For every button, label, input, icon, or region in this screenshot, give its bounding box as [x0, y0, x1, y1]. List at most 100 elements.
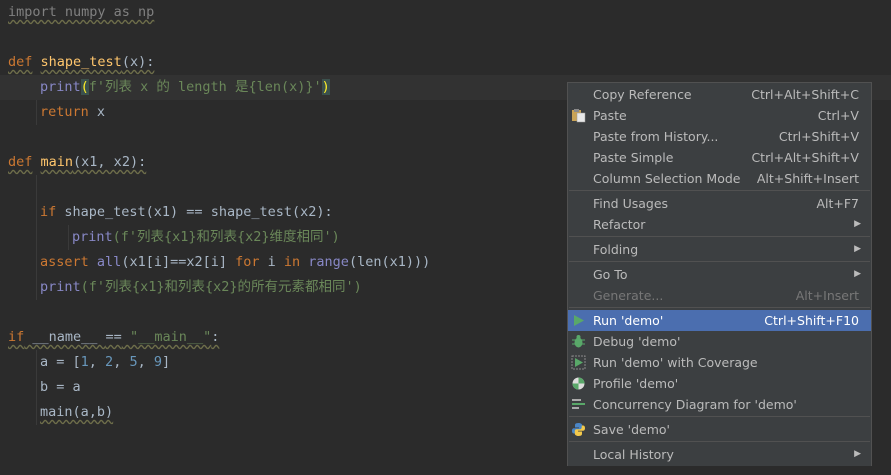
menu-label: Folding [593, 242, 639, 257]
keyword-if: if [8, 329, 25, 345]
menu-item-local-history[interactable]: Local History ▶ [568, 444, 871, 465]
paren-open: ( [80, 79, 89, 95]
menu-item-generate[interactable]: Generate... Alt+Insert [568, 285, 871, 306]
menu-label: Generate... [593, 288, 664, 303]
number: 5 [129, 354, 138, 370]
keyword-in: in [283, 254, 301, 270]
code-line-1[interactable]: import numpy as np [0, 0, 891, 25]
menu-label: Profile 'demo' [593, 376, 679, 391]
code-fragment: a = [ [40, 354, 81, 370]
assignment-a: a = [1, 2, 5, 9] [40, 354, 171, 370]
keyword-def: def [8, 54, 33, 70]
equals-operator: == [105, 329, 122, 345]
assert-statement: assert all(x1[i]==x2[i] for i in range(l… [40, 250, 430, 275]
builtin-range: range [300, 254, 349, 270]
menu-separator [569, 190, 870, 191]
code-line-3[interactable]: def shape_test(x): [0, 50, 891, 75]
return-value: x [88, 104, 106, 120]
code-fragment: (x1[i]==x2[i] [121, 254, 236, 270]
function-params: (x): [121, 54, 155, 70]
keyword-for: for [235, 254, 260, 270]
menu-label: Find Usages [593, 196, 669, 211]
print-statement: print(f'列表 x 的 length 是{len(x)}') [40, 75, 330, 100]
number: 9 [153, 354, 162, 370]
menu-item-folding[interactable]: Folding ▶ [568, 239, 871, 260]
menu-shortcut: Alt+Shift+Insert [756, 171, 859, 186]
menu-label: Paste from History... [593, 129, 719, 144]
submenu-arrow-icon: ▶ [854, 269, 861, 279]
menu-separator [569, 416, 870, 417]
menu-item-paste[interactable]: Paste Ctrl+V [568, 105, 871, 126]
concurrency-icon [571, 397, 586, 412]
menu-label: Debug 'demo' [593, 334, 681, 349]
menu-label: Go To [593, 267, 628, 282]
menu-label: Run 'demo' with Coverage [593, 355, 758, 370]
menu-shortcut: Ctrl+V [817, 108, 859, 123]
menu-item-run-with-coverage[interactable]: Run 'demo' with Coverage [568, 352, 871, 373]
import-statement: import numpy as np [8, 4, 155, 20]
menu-label: Local History [593, 447, 674, 462]
if-condition: shape_test(x1) == shape_test(x2): [56, 204, 333, 220]
builtin-all: all [96, 254, 122, 270]
menu-shortcut: Ctrl+Alt+Shift+V [751, 150, 859, 165]
paren-close: ) [321, 79, 330, 95]
def-main: def main(x1, x2): [8, 150, 146, 175]
menu-item-go-to[interactable]: Go To ▶ [568, 264, 871, 285]
code-fragment: (len(x1))) [348, 254, 431, 270]
code-fragment: i [259, 254, 284, 270]
main-string: "__main__" [121, 329, 212, 345]
fstring: (f'列表{x1}和列表{x2}维度相同') [112, 229, 340, 245]
menu-item-paste-from-history[interactable]: Paste from History... Ctrl+Shift+V [568, 126, 871, 147]
menu-label: Paste Simple [593, 150, 674, 165]
menu-shortcut: Alt+F7 [816, 196, 859, 211]
assignment-b: b = a [40, 379, 81, 395]
function-name: shape_test [40, 54, 122, 70]
print-statement: print(f'列表{x1}和列表{x2}维度相同') [72, 225, 340, 250]
dunder-name: __name__ [24, 329, 106, 345]
function-name: main [40, 154, 74, 170]
submenu-arrow-icon: ▶ [854, 219, 861, 229]
coverage-icon [571, 355, 586, 370]
menu-shortcut: Alt+Insert [795, 288, 859, 303]
menu-separator [569, 236, 870, 237]
menu-label: Copy Reference [593, 87, 692, 102]
keyword-def: def [8, 154, 33, 170]
menu-label: Run 'demo' [593, 313, 664, 328]
menu-label: Column Selection Mode [593, 171, 741, 186]
menu-separator [569, 441, 870, 442]
menu-label: Save 'demo' [593, 422, 670, 437]
menu-item-paste-simple[interactable]: Paste Simple Ctrl+Alt+Shift+V [568, 147, 871, 168]
menu-label: Paste [593, 108, 627, 123]
menu-label: Refactor [593, 217, 646, 232]
keyword-return: return [40, 104, 89, 120]
main-call: main(a,b) [40, 404, 114, 420]
number: 2 [105, 354, 114, 370]
menu-item-run[interactable]: Run 'demo' Ctrl+Shift+F10 [568, 310, 871, 331]
return-statement: return x [40, 100, 105, 125]
menu-item-refactor[interactable]: Refactor ▶ [568, 214, 871, 235]
builtin-print: print [72, 229, 113, 245]
keyword-assert: assert [40, 254, 89, 270]
fstring: (f'列表{x1}和列表{x2}的所有元素都相同') [80, 279, 362, 295]
def-shape-test: def shape_test(x): [8, 50, 154, 75]
menu-separator [569, 261, 870, 262]
menu-shortcut: Ctrl+Alt+Shift+C [751, 87, 859, 102]
menu-item-concurrency-diagram[interactable]: Concurrency Diagram for 'demo' [568, 394, 871, 415]
python-icon [571, 422, 586, 437]
menu-item-copy-reference[interactable]: Copy Reference Ctrl+Alt+Shift+C [568, 84, 871, 105]
profile-icon [571, 376, 586, 391]
keyword-if: if [40, 204, 57, 220]
debug-icon [571, 334, 586, 349]
menu-shortcut: Ctrl+Shift+F10 [764, 313, 859, 328]
menu-item-find-usages[interactable]: Find Usages Alt+F7 [568, 193, 871, 214]
builtin-print: print [40, 79, 81, 95]
menu-item-profile[interactable]: Profile 'demo' [568, 373, 871, 394]
menu-item-debug[interactable]: Debug 'demo' [568, 331, 871, 352]
run-icon [571, 313, 586, 328]
menu-separator [569, 307, 870, 308]
menu-label: Concurrency Diagram for 'demo' [593, 397, 797, 412]
if-statement: if shape_test(x1) == shape_test(x2): [40, 200, 333, 225]
menu-item-save[interactable]: Save 'demo' [568, 419, 871, 440]
menu-item-column-selection-mode[interactable]: Column Selection Mode Alt+Shift+Insert [568, 168, 871, 189]
menu-shortcut: Ctrl+Shift+V [778, 129, 859, 144]
